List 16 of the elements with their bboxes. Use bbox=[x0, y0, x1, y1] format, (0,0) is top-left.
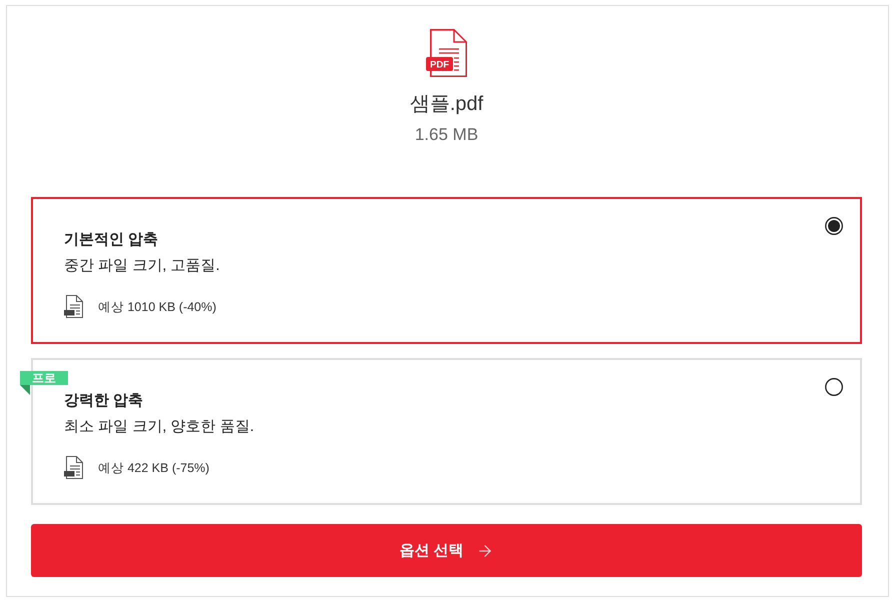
option-title: 강력한 압축 bbox=[64, 391, 144, 411]
select-option-button[interactable]: 옵션 선택 bbox=[31, 524, 862, 577]
option-description: 최소 파일 크기, 양호한 품질. bbox=[64, 417, 254, 437]
option-title: 기본적인 압축 bbox=[64, 230, 160, 250]
estimate-text: 예상 422 KB (-75%) bbox=[98, 460, 210, 476]
option-description: 중간 파일 크기, 고품질. bbox=[64, 256, 220, 276]
ribbon-fold-icon bbox=[20, 385, 30, 395]
file-size: 1.65 MB bbox=[414, 124, 478, 146]
radio-button[interactable] bbox=[825, 378, 843, 396]
pro-badge: 프로 bbox=[20, 371, 68, 385]
estimate-text: 예상 1010 KB (-40%) bbox=[98, 298, 216, 316]
file-name: 샘플.pdf bbox=[410, 92, 484, 117]
pdf-document-icon bbox=[64, 295, 83, 318]
option-card[interactable]: 기본적인 압축 중간 파일 크기, 고품질. 예상 1010 KB (-40%) bbox=[31, 197, 862, 344]
pdf-document-icon bbox=[64, 456, 83, 479]
radio-button[interactable] bbox=[825, 217, 843, 235]
